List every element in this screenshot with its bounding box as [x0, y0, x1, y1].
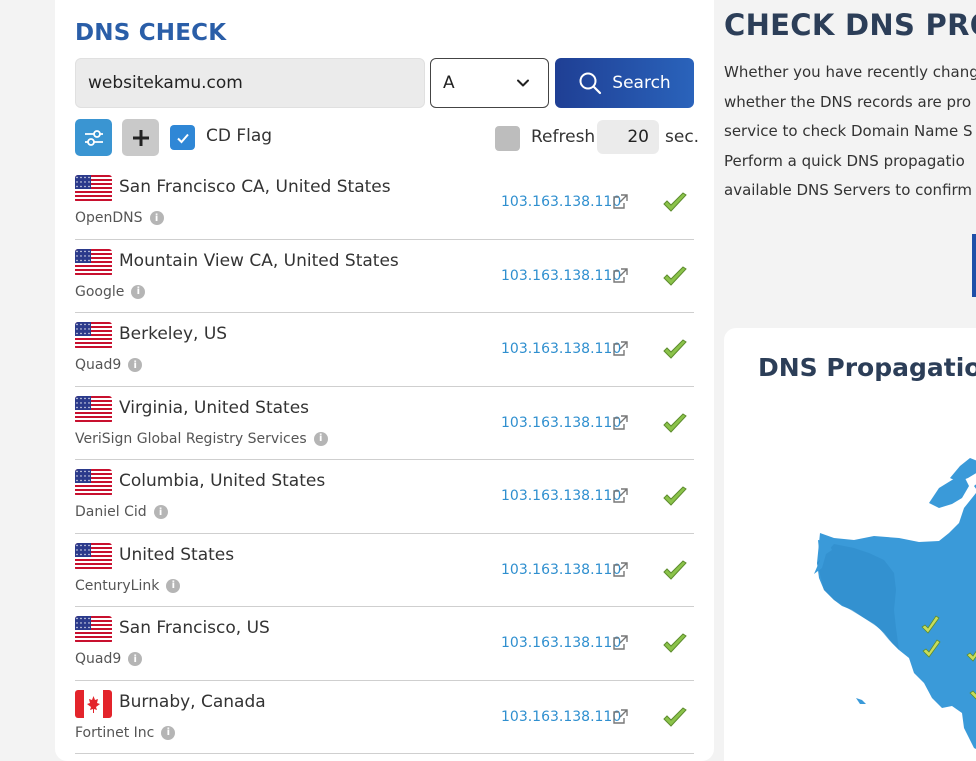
checkmark-icon: [663, 412, 687, 433]
resolved-ip-link[interactable]: 103.163.138.110: [501, 341, 621, 357]
arctic-island-shape: [929, 476, 969, 508]
resolved-ip-link[interactable]: 103.163.138.110: [501, 562, 621, 578]
server-provider: Daniel Cid: [75, 504, 147, 520]
external-link-icon[interactable]: [612, 414, 629, 431]
info-icon[interactable]: i: [153, 505, 168, 519]
server-location: Virginia, United States: [119, 397, 310, 418]
server-location: San Francisco CA, United States: [119, 177, 391, 197]
result-row: Berkeley, US Quad9 i 103.163.138.110: [75, 313, 694, 387]
external-link-icon[interactable]: [612, 193, 629, 210]
server-location: Burnaby, Canada: [119, 691, 266, 712]
external-link-icon[interactable]: [612, 340, 629, 357]
info-icon[interactable]: i: [166, 578, 181, 593]
server-provider: Google: [75, 283, 125, 300]
result-row: San Francisco CA, United States OpenDNS i…: [75, 166, 694, 240]
external-link-icon[interactable]: [612, 487, 629, 504]
page-title: CHECK DNS PRO: [724, 8, 976, 42]
plus-icon: [132, 129, 149, 146]
external-link-icon[interactable]: [612, 267, 629, 284]
result-row: Burnaby, Canada Fortinet Inc i 103.163.13…: [75, 681, 694, 754]
search-button-label: Search: [612, 73, 671, 93]
us-flag-icon: [75, 248, 112, 277]
resolved-ip-link[interactable]: 103.163.138.110: [501, 635, 621, 651]
server-provider: OpenDNS: [75, 210, 143, 226]
refresh-interval-input[interactable]: 20: [597, 120, 659, 154]
intro-paragraph: Whether you have recently chang whether …: [724, 58, 976, 206]
us-flag-icon: [75, 469, 112, 497]
result-row: San Francisco, US Quad9 i 103.163.138.110: [75, 607, 694, 681]
checkmark-icon: [663, 339, 687, 359]
record-type-value: A: [443, 73, 455, 93]
checkmark-icon: [663, 559, 687, 580]
canada-flag-icon: [75, 689, 112, 718]
small-island-shape: [856, 698, 866, 704]
info-icon[interactable]: i: [131, 284, 146, 299]
server-provider: Quad9: [75, 357, 122, 373]
sliders-icon: [84, 129, 103, 146]
refresh-label: Refresh:: [531, 127, 601, 147]
info-icon[interactable]: i: [128, 358, 143, 372]
resolved-ip-link[interactable]: 103.163.138.110: [501, 488, 621, 504]
intro-line: Perform a quick DNS propagatio: [724, 151, 965, 170]
dns-check-panel: DNS CHECK A Search CD Flag Refresh: 20 s…: [55, 0, 714, 761]
search-button[interactable]: Search: [555, 58, 694, 108]
external-link-icon[interactable]: [612, 561, 629, 578]
server-provider: Fortinet Inc: [75, 724, 155, 741]
us-flag-icon: [75, 175, 112, 203]
cta-button[interactable]: [972, 234, 976, 297]
intro-line: whether the DNS records are pro: [724, 92, 972, 111]
info-icon[interactable]: i: [161, 725, 176, 740]
info-icon[interactable]: i: [313, 431, 328, 446]
us-flag-icon: [75, 616, 112, 644]
refresh-unit: sec.: [665, 127, 700, 147]
external-link-icon[interactable]: [612, 634, 629, 651]
checkmark-icon: [176, 133, 189, 143]
arctic-island-shape: [950, 458, 976, 482]
chevron-down-icon: [517, 79, 529, 87]
search-icon: [579, 72, 602, 95]
intro-line: service to check Domain Name S: [724, 122, 973, 140]
server-location: Columbia, United States: [119, 471, 326, 491]
us-flag-icon: [75, 395, 112, 424]
add-server-button[interactable]: [122, 119, 159, 156]
server-location: San Francisco, US: [119, 618, 270, 638]
info-icon[interactable]: i: [128, 652, 143, 666]
refresh-checkbox[interactable]: [495, 126, 520, 151]
result-row: Virginia, United States VeriSign Global …: [75, 387, 694, 460]
resolved-ip-link[interactable]: 103.163.138.110: [501, 268, 621, 284]
server-location: Mountain View CA, United States: [119, 250, 399, 271]
cd-flag-checkbox[interactable]: [170, 125, 195, 150]
result-row: Columbia, United States Daniel Cid i 103.…: [75, 460, 694, 534]
panel-title: DNS CHECK: [75, 20, 227, 46]
propagation-map-card: DNS Propagation: [724, 328, 976, 761]
resolved-ip-link[interactable]: 103.163.138.110: [501, 194, 621, 210]
intro-line: available DNS Servers to confirm: [724, 181, 973, 199]
resolved-ip-link[interactable]: 103.163.138.110: [501, 709, 621, 725]
intro-line: Whether you have recently chang: [724, 63, 976, 81]
checkmark-icon: [663, 192, 687, 212]
results-list: San Francisco CA, United States OpenDNS i…: [75, 166, 694, 754]
checkmark-icon: [663, 706, 687, 727]
us-flag-icon: [75, 322, 112, 350]
external-link-icon[interactable]: [612, 708, 629, 725]
server-provider: VeriSign Global Registry Services: [75, 430, 307, 447]
us-flag-icon: [75, 542, 112, 571]
result-row: Mountain View CA, United States Google i …: [75, 240, 694, 313]
server-location: Berkeley, US: [119, 324, 228, 344]
cd-flag-label: CD Flag: [206, 126, 273, 146]
settings-button[interactable]: [75, 119, 112, 156]
checkmark-icon: [663, 265, 687, 286]
resolved-ip-link[interactable]: 103.163.138.110: [501, 415, 621, 431]
result-row: United States CenturyLink i 103.163.138.1…: [75, 534, 694, 607]
north-america-shape: [817, 493, 976, 749]
record-type-select[interactable]: A: [430, 58, 549, 108]
checkmark-icon: [663, 486, 687, 506]
server-location: United States: [119, 544, 235, 565]
server-provider: Quad9: [75, 651, 122, 667]
domain-input[interactable]: [75, 58, 425, 108]
world-map: [814, 458, 976, 749]
server-provider: CenturyLink: [75, 577, 160, 594]
checkmark-icon: [663, 633, 687, 653]
info-icon[interactable]: i: [149, 211, 164, 225]
